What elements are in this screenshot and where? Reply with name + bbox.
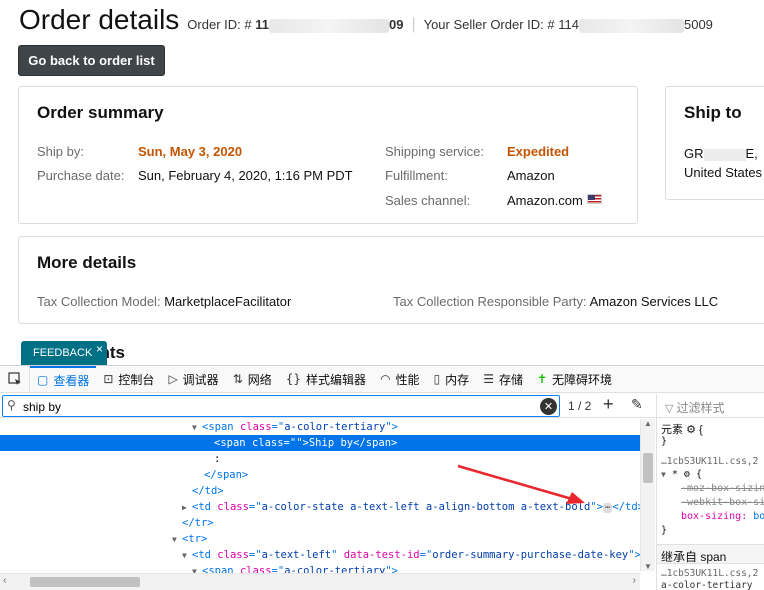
tree-node[interactable]: </span> bbox=[0, 467, 640, 483]
devtools-panel: ▢ 查看器 ⊡ 控制台 ▷ 调试器 ⇅ 网络 {} 样式编辑器 ◠ 性能 ▯ 内存 ☰ 存储 ✝… bbox=[0, 365, 764, 590]
console-icon: ⊡ bbox=[103, 372, 114, 386]
scroll-right-icon[interactable]: › bbox=[633, 575, 636, 586]
collapse-triangle-icon[interactable]: ▼ bbox=[182, 548, 192, 564]
clear-search-icon[interactable]: ✕ bbox=[540, 398, 557, 415]
ship-by-date: Sun, May 3, 2020 bbox=[138, 144, 243, 159]
redacted-seller-order-id bbox=[578, 18, 684, 33]
ship-to-title: Ship to bbox=[684, 103, 742, 122]
tab-accessibility[interactable]: ✝ 无障碍环境 bbox=[530, 366, 619, 393]
page-title: Order details bbox=[19, 4, 180, 35]
order-summary-card: Order summary Ship by: Sun, May 3, 2020 P… bbox=[18, 86, 638, 224]
collapse-triangle-icon[interactable]: ▼ bbox=[192, 420, 202, 436]
scroll-left-icon[interactable]: ‹ bbox=[3, 575, 6, 586]
tree-node[interactable]: ▼ <td class="a-text-left" data-test-id="o… bbox=[0, 547, 640, 563]
markup-search-bar: ⚲ ✕ 1 / 2 + ✎ bbox=[0, 394, 655, 418]
screen: Order details Order ID: # 11 09 | Your Se… bbox=[0, 0, 764, 590]
eyedropper-icon[interactable]: ✎ bbox=[631, 397, 643, 413]
collapse-triangle-icon[interactable]: ▼ bbox=[661, 470, 666, 479]
tab-console[interactable]: ⊡ 控制台 bbox=[96, 366, 161, 393]
style-editor-icon: {} bbox=[285, 372, 302, 386]
tax-model-row: Tax Collection Model: MarketplaceFacilit… bbox=[37, 294, 292, 309]
purchase-date-row: Purchase date: Sun, February 4, 2020, 1:1… bbox=[37, 168, 353, 183]
rule-selector-partial: a-color-tertiary bbox=[661, 580, 753, 590]
feedback-tab[interactable]: FEEDBACK × bbox=[21, 341, 107, 365]
tree-node[interactable]: ▼ <tr> bbox=[0, 531, 640, 547]
scrollbar-thumb[interactable] bbox=[30, 577, 140, 587]
accessibility-icon: ✝ bbox=[536, 372, 548, 386]
order-id: Order ID: # 11 09 bbox=[187, 17, 404, 33]
overridden-property[interactable]: -webkit-box-si bbox=[681, 497, 764, 508]
rule-close: } bbox=[661, 436, 668, 447]
tree-node-selected[interactable]: <span class="">Ship by</span> bbox=[0, 435, 640, 451]
memory-icon: ▯ bbox=[433, 372, 441, 386]
page-header: Order details Order ID: # 11 09 | Your Se… bbox=[19, 4, 713, 36]
tab-debugger[interactable]: ▷ 调试器 bbox=[161, 366, 225, 393]
filter-styles-input[interactable]: ▽ 过滤样式 bbox=[657, 394, 764, 418]
network-icon: ⇅ bbox=[232, 372, 243, 386]
scroll-up-icon[interactable]: ▲ bbox=[644, 419, 652, 428]
css-property[interactable]: box-sizing: bo bbox=[681, 511, 764, 522]
search-match-count: 1 / 2 bbox=[568, 399, 592, 413]
redacted-name bbox=[703, 148, 746, 161]
sales-channel-row: Sales channel: Amazon.com bbox=[385, 193, 602, 208]
rule-selector: ▼ * ⚙ { bbox=[661, 469, 702, 480]
markup-tree: ▼ <span class="a-color-tertiary"> <span c… bbox=[0, 419, 640, 574]
storage-icon: ☰ bbox=[483, 372, 494, 386]
element-rule[interactable]: 元素 ⚙ { bbox=[661, 421, 703, 437]
back-to-order-list-button[interactable]: Go back to order list bbox=[18, 45, 165, 76]
more-details-card: More details Tax Collection Model: Marke… bbox=[18, 236, 764, 324]
scroll-down-icon[interactable]: ▼ bbox=[644, 562, 652, 571]
close-icon[interactable]: × bbox=[96, 342, 103, 356]
markup-vertical-scrollbar[interactable]: ▲ ▼ bbox=[640, 419, 655, 571]
tree-node[interactable]: </tr> bbox=[0, 515, 640, 531]
gear-icon[interactable]: ⚙ bbox=[686, 424, 696, 436]
tab-network[interactable]: ⇅ 网络 bbox=[226, 366, 279, 393]
order-details-page: Order details Order ID: # 11 09 | Your Se… bbox=[0, 0, 764, 365]
markup-search-input[interactable] bbox=[2, 395, 560, 417]
inherited-from-header: 继承自 span bbox=[657, 544, 764, 564]
collapsed-children-icon[interactable]: ⋯ bbox=[602, 503, 613, 513]
ship-to-address: GR E, United States bbox=[684, 146, 763, 180]
expand-triangle-icon[interactable]: ▶ bbox=[182, 500, 192, 516]
tab-memory[interactable]: ▯ 内存 bbox=[427, 366, 477, 393]
more-details-title: More details bbox=[37, 253, 137, 272]
us-flag-icon bbox=[586, 194, 602, 204]
inspector-icon: ▢ bbox=[37, 373, 49, 387]
filter-icon: ▽ bbox=[665, 402, 674, 415]
shipping-service-row: Shipping service: Expedited bbox=[385, 144, 570, 159]
collapse-triangle-icon[interactable]: ▼ bbox=[172, 532, 182, 548]
devtools-toolbar: ▢ 查看器 ⊡ 控制台 ▷ 调试器 ⇅ 网络 {} 样式编辑器 ◠ 性能 ▯ 内存 ☰ 存储 ✝… bbox=[0, 365, 764, 393]
tax-party-row: Tax Collection Responsible Party: Amazon… bbox=[393, 294, 719, 309]
tree-node[interactable]: ▼ <span class="a-color-tertiary"> bbox=[0, 419, 640, 435]
debugger-icon: ▷ bbox=[168, 372, 178, 386]
gear-icon[interactable]: ⚙ bbox=[684, 469, 690, 480]
seller-order-id: Your Seller Order ID: # 114 5009 bbox=[423, 17, 713, 33]
search-icon: ⚲ bbox=[7, 398, 16, 412]
add-node-button[interactable]: + bbox=[603, 394, 614, 415]
redacted-order-id bbox=[268, 18, 389, 33]
fulfillment-row: Fulfillment: Amazon bbox=[385, 168, 555, 183]
rules-panel: ▽ 过滤样式 元素 ⚙ { } …1cbS3UK11L.css,2 ▼ * ⚙ {… bbox=[656, 394, 764, 590]
markup-horizontal-scrollbar[interactable]: ‹ › bbox=[0, 573, 640, 590]
element-picker-icon[interactable] bbox=[0, 365, 30, 393]
rule-source-link[interactable]: …1cbS3UK11L.css,2 bbox=[661, 568, 758, 579]
tree-text-node[interactable]: : bbox=[0, 451, 640, 467]
overridden-property[interactable]: -moz-box-sizin bbox=[681, 483, 764, 494]
performance-icon: ◠ bbox=[380, 372, 391, 386]
order-summary-title: Order summary bbox=[37, 103, 164, 122]
tree-node[interactable]: ▶ <td class="a-color-state a-text-left a-… bbox=[0, 499, 640, 515]
rule-close: } bbox=[661, 525, 668, 536]
tab-style-editor[interactable]: {} 样式编辑器 bbox=[279, 366, 373, 393]
scrollbar-thumb[interactable] bbox=[643, 453, 653, 483]
ship-by-row: Ship by: Sun, May 3, 2020 bbox=[37, 144, 243, 159]
tree-node[interactable]: </td> bbox=[0, 483, 640, 499]
divider: | bbox=[411, 16, 416, 33]
tab-storage[interactable]: ☰ 存储 bbox=[476, 366, 530, 393]
tab-performance[interactable]: ◠ 性能 bbox=[373, 366, 427, 393]
rule-source-link[interactable]: …1cbS3UK11L.css,2 bbox=[661, 456, 758, 467]
tab-inspector[interactable]: ▢ 查看器 bbox=[30, 365, 97, 393]
ship-to-card: Ship to GR E, United States bbox=[665, 86, 764, 200]
